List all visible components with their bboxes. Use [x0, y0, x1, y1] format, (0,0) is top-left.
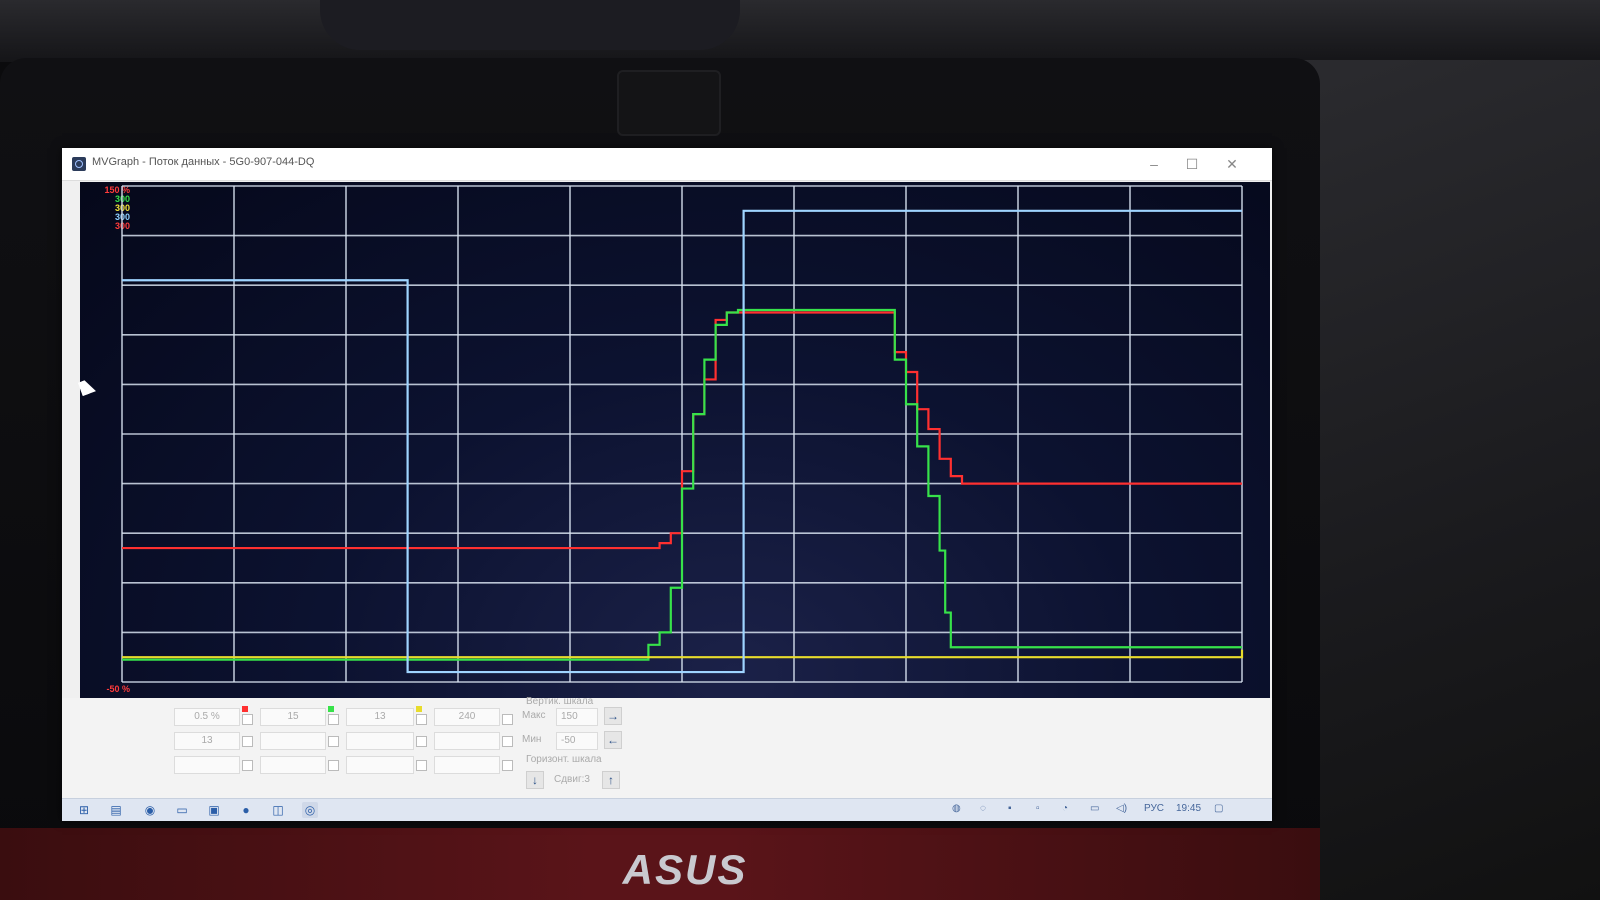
title-bar: MVGraph - Поток данных - 5G0-907-044-DQ … [62, 148, 1272, 181]
max-apply-button[interactable]: → [604, 707, 622, 725]
folder-icon[interactable]: ▭ [174, 802, 190, 818]
clock[interactable]: 19:45 [1176, 803, 1201, 814]
maximize-button[interactable]: ☐ [1174, 152, 1210, 176]
green-swatch [328, 706, 334, 712]
channel-7-checkbox[interactable] [416, 736, 427, 747]
battery-icon[interactable]: ▭ [1090, 803, 1099, 814]
network-icon[interactable]: ◔ [1062, 803, 1068, 814]
browser-icon[interactable]: ◉ [142, 802, 158, 818]
store-icon[interactable]: ▣ [206, 802, 222, 818]
globe-icon[interactable]: ◌ [980, 803, 986, 814]
volume-icon[interactable]: ◁) [1116, 803, 1127, 814]
app-icon [72, 157, 86, 171]
channel-6-checkbox[interactable] [328, 736, 339, 747]
scale-up-button[interactable]: ↑ [602, 771, 620, 789]
horiz-scale-label: Горизонт. шкала [526, 754, 602, 765]
laptop-brand-logo: ASUS [622, 846, 748, 893]
car-dashboard [0, 0, 1600, 62]
minimize-button[interactable]: – [1136, 152, 1172, 176]
channel-7-value[interactable] [346, 732, 414, 750]
app-window: MVGraph - Поток данных - 5G0-907-044-DQ … [62, 148, 1272, 821]
language-indicator[interactable]: РУС [1144, 803, 1164, 814]
channel-2-checkbox[interactable] [328, 714, 339, 725]
task-view-icon[interactable]: ▤ [108, 802, 124, 818]
location-icon[interactable]: ◍ [952, 803, 961, 814]
channel-9-value[interactable] [174, 756, 240, 774]
channel-12-checkbox[interactable] [502, 760, 513, 771]
yellow-swatch [416, 706, 422, 712]
channel-10-checkbox[interactable] [328, 760, 339, 771]
vert-scale-label: Вертик. шкала [526, 696, 594, 707]
channel-12-value[interactable] [434, 756, 500, 774]
app-icon-square[interactable]: ◫ [270, 802, 286, 818]
channel-3-value[interactable]: 13 [346, 708, 414, 726]
channel-2-value[interactable]: 15 [260, 708, 326, 726]
channel-1-value[interactable]: 0.5 % [174, 708, 240, 726]
channel-11-checkbox[interactable] [416, 760, 427, 771]
min-input[interactable]: -50 [556, 732, 598, 750]
control-panel: 0.5 % 15 13 240 13 Вертик. шкала Макс 15… [62, 696, 1272, 798]
channel-8-value[interactable] [434, 732, 500, 750]
webcam-cover [617, 70, 721, 136]
channel-9-checkbox[interactable] [242, 760, 253, 771]
shift-label: Сдвиг:3 [554, 774, 590, 785]
max-input[interactable]: 150 [556, 708, 598, 726]
channel-4-value[interactable]: 240 [434, 708, 500, 726]
scale-down-button[interactable]: ↓ [526, 771, 544, 789]
channel-8-checkbox[interactable] [502, 736, 513, 747]
line-chart [121, 185, 1244, 683]
close-button[interactable]: ✕ [1214, 152, 1250, 176]
channel-1-checkbox[interactable] [242, 714, 253, 725]
min-label: Мин [522, 734, 542, 745]
mvgraph-taskbar-icon[interactable]: ◎ [302, 802, 318, 818]
channel-3-checkbox[interactable] [416, 714, 427, 725]
security-icon[interactable]: ▪ [1008, 803, 1012, 814]
min-apply-button[interactable]: ← [604, 731, 622, 749]
channel-5-checkbox[interactable] [242, 736, 253, 747]
channel-5-value[interactable]: 13 [174, 732, 240, 750]
notifications-icon[interactable]: ▢ [1214, 803, 1223, 814]
max-label: Макс [522, 710, 546, 721]
app-icon-circle[interactable]: ● [238, 802, 254, 818]
start-icon[interactable]: ⊞ [76, 802, 92, 818]
channel-4-checkbox[interactable] [502, 714, 513, 725]
red-swatch [242, 706, 248, 712]
taskbar: ⊞ ▤ ◉ ▭ ▣ ● ◫ ◎ ◍ ◌ ▪ ▫ ◔ ▭ ◁) РУС 19:45… [62, 798, 1272, 821]
channel-11-value[interactable] [346, 756, 414, 774]
channel-6-value[interactable] [260, 732, 326, 750]
channel-10-value[interactable] [260, 756, 326, 774]
graph-area[interactable]: 150 %300300300300 -50 % [80, 182, 1270, 698]
tablet-icon[interactable]: ▫ [1036, 803, 1040, 814]
window-title: MVGraph - Поток данных - 5G0-907-044-DQ [92, 156, 315, 168]
